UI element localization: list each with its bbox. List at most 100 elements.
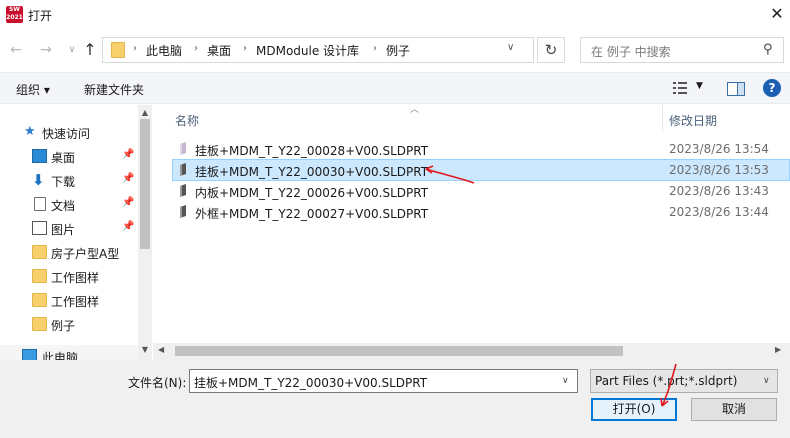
breadcrumb-desktop[interactable]: 桌面 [207,42,231,59]
nav-item-pictures[interactable]: 图片 📌 [0,217,138,241]
file-row[interactable]: 挂板+MDM_T_Y22_00028+V00.SLDPRT 2023/8/26 … [172,138,790,160]
sldprt-file-icon [180,184,186,197]
folder-icon [32,245,47,259]
filename-input[interactable]: 挂板+MDM_T_Y22_00030+V00.SLDPRT ∨ [189,369,578,393]
scrollbar-thumb[interactable] [140,119,150,249]
star-icon: ★ [24,124,36,139]
preview-pane-icon[interactable] [727,82,745,96]
scroll-left-arrow-icon[interactable]: ◀ [158,345,164,354]
cancel-button[interactable]: 取消 [691,398,777,421]
file-row[interactable]: 外框+MDM_T_Y22_00027+V00.SLDPRT 2023/8/26 … [172,201,790,223]
nav-quick-access[interactable]: ★ 快速访问 [0,121,138,143]
sldprt-file-icon [180,142,186,155]
pin-icon[interactable]: 📌 [122,197,134,208]
solidworks-app-icon: SW 2021 [6,6,23,23]
nav-item-downloads[interactable]: ⬇ 下载 📌 [0,169,138,193]
nav-item-folder-drawings-2[interactable]: 工作图样 [0,289,138,313]
column-divider[interactable] [662,105,663,131]
help-icon[interactable]: ? [763,79,781,97]
chevron-right-icon[interactable]: › [194,43,198,54]
nav-label: 工作图样 [51,295,100,309]
chevron-right-icon[interactable]: › [243,43,247,54]
close-button[interactable]: ✕ [764,2,790,26]
chevron-right-icon[interactable]: › [133,43,137,54]
organize-button[interactable]: 组织 ▾ [16,81,50,98]
pc-icon [22,349,37,360]
nav-label: 图片 [51,223,76,237]
nav-label: 此电脑 [42,351,79,360]
breadcrumb-example[interactable]: 例子 [386,42,410,59]
scroll-up-arrow-icon[interactable]: ▲ [138,108,152,117]
scrollbar-thumb[interactable] [175,346,623,356]
file-name: 挂板+MDM_T_Y22_00030+V00.SLDPRT [195,165,429,179]
nav-label: 工作图样 [51,271,100,285]
scroll-down-arrow-icon[interactable]: ▼ [138,345,152,354]
app-icon-text: SW 2021 [6,6,23,21]
recent-locations-chevron-icon[interactable]: ∨ [62,39,82,61]
pin-icon[interactable]: 📌 [122,221,134,232]
nav-scrollbar[interactable]: ▲ ▼ [138,105,152,360]
breadcrumb-this-pc[interactable]: 此电脑 [146,42,182,59]
filename-value: 挂板+MDM_T_Y22_00030+V00.SLDPRT [194,376,428,390]
nav-item-folder-house[interactable]: 房子户型A型 [0,241,138,265]
folder-icon [32,317,47,331]
scroll-right-arrow-icon[interactable]: ▶ [775,345,781,354]
breadcrumb-mdmodule[interactable]: MDModule 设计库 [256,42,359,59]
filetype-select[interactable]: Part Files (*.prt;*.sldprt) ∨ [590,369,778,393]
file-name: 外框+MDM_T_Y22_00027+V00.SLDPRT [195,207,429,221]
folder-icon [32,269,47,283]
window-title: 打开 [28,9,53,23]
new-folder-button[interactable]: 新建文件夹 [84,81,144,98]
view-dropdown-chevron-icon[interactable]: ▼ [696,81,703,91]
folder-icon [32,293,47,307]
nav-item-desktop[interactable]: 桌面 📌 [0,145,138,169]
sldprt-file-icon [180,163,186,176]
filename-label: 文件名(N): [128,376,187,390]
nav-label: 快速访问 [42,127,91,141]
view-details-icon[interactable] [672,81,688,95]
file-date: 2023/8/26 13:53 [669,163,769,177]
nav-item-documents[interactable]: 文档 📌 [0,193,138,217]
file-date: 2023/8/26 13:54 [669,142,769,156]
annotation-arrow-icon [660,363,677,407]
nav-label: 例子 [51,319,76,333]
folder-icon [111,42,125,58]
file-name: 挂板+MDM_T_Y22_00028+V00.SLDPRT [195,144,429,158]
file-row[interactable]: 内板+MDM_T_Y22_00026+V00.SLDPRT 2023/8/26 … [172,180,790,202]
column-header-name[interactable]: 名称 [175,112,199,129]
address-bar[interactable]: › 此电脑 › 桌面 › MDModule 设计库 › 例子 ∨ [102,37,534,63]
nav-label: 文档 [51,199,76,213]
search-icon: ⚲ [763,42,773,57]
file-date: 2023/8/26 13:43 [669,184,769,198]
pin-icon[interactable]: 📌 [122,149,134,160]
desktop-icon [32,149,47,163]
sort-ascending-icon: ︿ [410,105,420,115]
file-row-selected[interactable]: 挂板+MDM_T_Y22_00030+V00.SLDPRT 2023/8/26 … [172,159,790,181]
horizontal-scrollbar[interactable]: ◀ ▶ [153,343,790,360]
chevron-right-icon[interactable]: › [373,43,377,54]
command-toolbar: 组织 ▾ 新建文件夹 ▼ ? [0,72,790,104]
nav-item-folder-drawings-1[interactable]: 工作图样 [0,265,138,289]
column-header-date[interactable]: 修改日期 [669,112,717,129]
title-bar: SW 2021 打开 ✕ [0,0,790,30]
chevron-down-icon[interactable]: ∨ [763,376,770,386]
document-icon [34,197,46,211]
annotation-arrow-icon [425,165,475,184]
chevron-down-icon[interactable]: ∨ [507,42,514,53]
file-date: 2023/8/26 13:44 [669,205,769,219]
up-arrow-icon[interactable]: ↑ [80,39,100,61]
search-placeholder: 在 例子 中搜索 [591,45,671,59]
back-arrow-icon[interactable]: ← [6,39,26,61]
chevron-down-icon[interactable]: ∨ [562,376,569,386]
file-name: 内板+MDM_T_Y22_00026+V00.SLDPRT [195,186,429,200]
navigation-pane: ★ 快速访问 桌面 📌 ⬇ 下载 📌 文档 📌 图片 📌 房子户型A型 工作图样… [0,105,152,360]
pin-icon[interactable]: 📌 [122,173,134,184]
nav-item-folder-example[interactable]: 例子 [0,313,138,337]
nav-item-this-pc[interactable]: 此电脑 [0,345,138,360]
search-input[interactable]: 在 例子 中搜索 ⚲ [580,37,784,63]
picture-icon [32,221,47,235]
download-icon: ⬇ [32,171,45,189]
nav-label: 下载 [51,175,76,189]
refresh-button[interactable]: ↻ [537,37,565,63]
forward-arrow-icon[interactable]: → [36,39,56,61]
